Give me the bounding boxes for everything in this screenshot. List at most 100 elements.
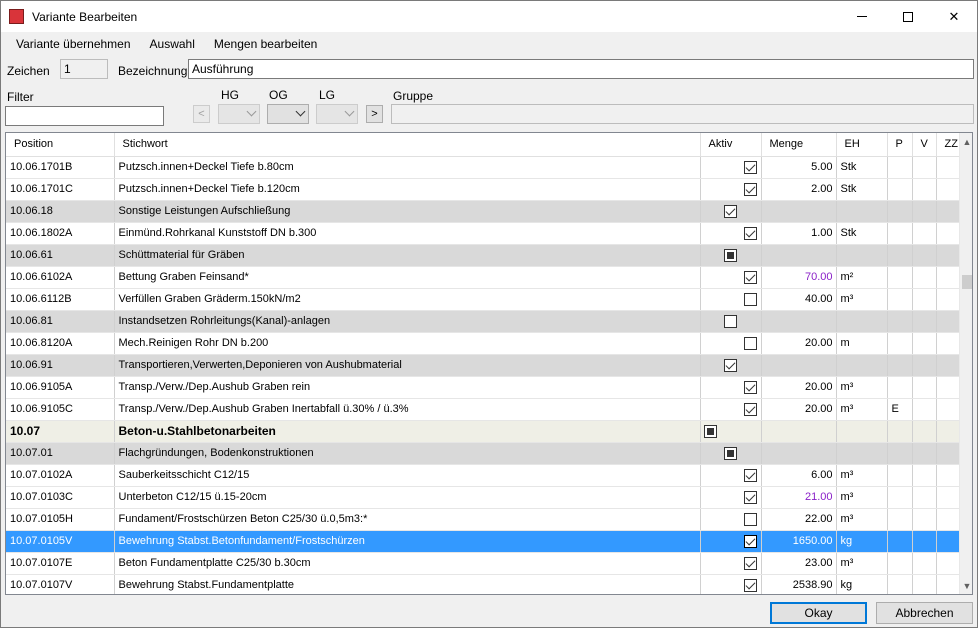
hg-select[interactable] bbox=[218, 104, 260, 124]
v-cell bbox=[912, 442, 937, 465]
table-row[interactable]: 10.07.0107V Bewehrung Stabst.Fundamentpla… bbox=[6, 574, 960, 594]
menge-cell[interactable]: 2538.90 bbox=[761, 574, 837, 594]
aktiv-checkbox[interactable] bbox=[724, 248, 737, 262]
aktiv-checkbox[interactable] bbox=[743, 534, 757, 548]
col-p[interactable]: P bbox=[887, 133, 913, 157]
menu-mengen-bearbeiten[interactable]: Mengen bearbeiten bbox=[204, 34, 326, 54]
scroll-up-icon[interactable]: ▲ bbox=[960, 133, 972, 150]
menge-cell[interactable] bbox=[761, 310, 837, 333]
lg-select[interactable] bbox=[316, 104, 358, 124]
scroll-thumb[interactable] bbox=[962, 275, 972, 289]
aktiv-checkbox[interactable] bbox=[743, 490, 757, 504]
aktiv-checkbox[interactable] bbox=[743, 578, 757, 592]
v-cell bbox=[912, 266, 937, 289]
table-row[interactable]: 10.06.9105A Transp./Verw./Dep.Aushub Grab… bbox=[6, 376, 960, 399]
menge-cell[interactable]: 70.00 bbox=[761, 266, 837, 289]
menge-cell[interactable]: 23.00 bbox=[761, 552, 837, 575]
col-eh[interactable]: EH bbox=[836, 133, 888, 157]
filter-input[interactable] bbox=[5, 106, 164, 126]
group-row[interactable]: 10.06.91 Transportieren,Verwerten,Deponie… bbox=[6, 354, 960, 377]
group-row[interactable]: 10.07 Beton-u.Stahlbetonarbeiten bbox=[6, 420, 960, 443]
aktiv-checkbox[interactable] bbox=[743, 270, 757, 284]
aktiv-checkbox[interactable] bbox=[743, 182, 757, 196]
zeichen-field[interactable]: 1 bbox=[60, 59, 108, 79]
table-row[interactable]: 10.07.0105H Fundament/Frostschürzen Beton… bbox=[6, 508, 960, 531]
menge-cell[interactable]: 20.00 bbox=[761, 332, 837, 355]
menge-cell[interactable]: 22.00 bbox=[761, 508, 837, 531]
aktiv-checkbox[interactable] bbox=[743, 160, 757, 174]
col-stichwort[interactable]: Stichwort bbox=[114, 133, 701, 157]
menge-cell[interactable] bbox=[761, 442, 837, 465]
menge-cell[interactable] bbox=[761, 244, 837, 267]
aktiv-checkbox[interactable] bbox=[724, 204, 737, 218]
table-row[interactable]: 10.06.9105C Transp./Verw./Dep.Aushub Grab… bbox=[6, 398, 960, 421]
table-row[interactable]: 10.06.1701B Putzsch.innen+Deckel Tiefe b.… bbox=[6, 156, 960, 179]
menge-cell[interactable]: 21.00 bbox=[761, 486, 837, 509]
group-row[interactable]: 10.07.01 Flachgründungen, Bodenkonstrukti… bbox=[6, 442, 960, 465]
table-row[interactable]: 10.07.0107E Beton Fundamentplatte C25/30 … bbox=[6, 552, 960, 575]
menge-cell[interactable] bbox=[761, 420, 837, 443]
table-row[interactable]: 10.06.6112B Verfüllen Graben Gräderm.150k… bbox=[6, 288, 960, 311]
aktiv-checkbox[interactable] bbox=[743, 468, 757, 482]
menge-cell[interactable] bbox=[761, 354, 837, 377]
positions-grid[interactable]: Position Stichwort Aktiv Menge EH P V ZZ… bbox=[5, 132, 973, 595]
aktiv-cell bbox=[700, 288, 762, 311]
menge-cell[interactable]: 6.00 bbox=[761, 464, 837, 487]
col-menge[interactable]: Menge bbox=[761, 133, 837, 157]
v-cell bbox=[912, 464, 937, 487]
v-cell bbox=[912, 574, 937, 594]
p-cell bbox=[887, 288, 913, 311]
menge-cell[interactable]: 40.00 bbox=[761, 288, 837, 311]
gruppe-label: Gruppe bbox=[393, 89, 434, 103]
aktiv-checkbox[interactable] bbox=[743, 380, 757, 394]
col-aktiv[interactable]: Aktiv bbox=[700, 133, 762, 157]
menge-cell[interactable]: 1.00 bbox=[761, 222, 837, 245]
position-cell: 10.07.0107V bbox=[6, 574, 115, 594]
aktiv-checkbox[interactable] bbox=[743, 292, 757, 306]
close-button[interactable]: ✕ bbox=[931, 1, 977, 32]
table-row[interactable]: 10.06.1701C Putzsch.innen+Deckel Tiefe b.… bbox=[6, 178, 960, 201]
menge-cell[interactable]: 5.00 bbox=[761, 156, 837, 179]
table-row[interactable]: 10.06.8120A Mech.Reinigen Rohr DN b.200 20… bbox=[6, 332, 960, 355]
aktiv-checkbox[interactable] bbox=[743, 556, 757, 570]
bezeichnung-field[interactable]: Ausführung bbox=[188, 59, 974, 79]
group-row[interactable]: 10.06.18 Sonstige Leistungen Aufschließun… bbox=[6, 200, 960, 223]
prev-button[interactable]: < bbox=[193, 105, 210, 123]
menu-auswahl[interactable]: Auswahl bbox=[140, 34, 204, 54]
position-cell: 10.07 bbox=[6, 420, 115, 443]
aktiv-checkbox[interactable] bbox=[743, 336, 757, 350]
col-v[interactable]: V bbox=[912, 133, 937, 157]
aktiv-checkbox[interactable] bbox=[743, 402, 757, 416]
aktiv-checkbox[interactable] bbox=[724, 314, 737, 328]
abbrechen-button[interactable]: Abbrechen bbox=[876, 602, 973, 624]
aktiv-checkbox[interactable] bbox=[743, 226, 757, 240]
aktiv-checkbox[interactable] bbox=[724, 358, 737, 372]
maximize-button[interactable] bbox=[885, 1, 931, 32]
eh-cell bbox=[836, 420, 888, 443]
menge-cell[interactable]: 20.00 bbox=[761, 376, 837, 399]
vertical-scrollbar[interactable]: ▲ ▼ bbox=[959, 133, 972, 594]
menge-cell[interactable] bbox=[761, 200, 837, 223]
aktiv-checkbox[interactable] bbox=[724, 446, 737, 460]
aktiv-checkbox[interactable] bbox=[703, 425, 717, 439]
okay-button[interactable]: Okay bbox=[770, 602, 867, 624]
group-row[interactable]: 10.06.61 Schüttmaterial für Gräben bbox=[6, 244, 960, 267]
col-zz[interactable]: ZZ bbox=[936, 133, 960, 157]
eh-cell: m³ bbox=[836, 552, 888, 575]
aktiv-checkbox[interactable] bbox=[743, 512, 757, 526]
scroll-down-icon[interactable]: ▼ bbox=[960, 577, 972, 594]
table-row[interactable]: 10.07.0102A Sauberkeitsschicht C12/15 6.00… bbox=[6, 464, 960, 487]
menge-cell[interactable]: 1650.00 bbox=[761, 530, 837, 553]
next-button[interactable]: > bbox=[366, 105, 383, 123]
table-row[interactable]: 10.06.1802A Einmünd.Rohrkanal Kunststoff … bbox=[6, 222, 960, 245]
menge-cell[interactable]: 2.00 bbox=[761, 178, 837, 201]
col-position[interactable]: Position bbox=[6, 133, 115, 157]
og-select[interactable] bbox=[267, 104, 309, 124]
table-row[interactable]: 10.07.0103C Unterbeton C12/15 ü.15-20cm 21… bbox=[6, 486, 960, 509]
table-row[interactable]: 10.07.0105V Bewehrung Stabst.Betonfundame… bbox=[6, 530, 960, 553]
table-row[interactable]: 10.06.6102A Bettung Graben Feinsand* 70.00… bbox=[6, 266, 960, 289]
menge-cell[interactable]: 20.00 bbox=[761, 398, 837, 421]
menu-variante-uebernehmen[interactable]: Variante übernehmen bbox=[1, 34, 140, 54]
minimize-button[interactable] bbox=[839, 1, 885, 32]
group-row[interactable]: 10.06.81 Instandsetzen Rohrleitungs(Kanal… bbox=[6, 310, 960, 333]
